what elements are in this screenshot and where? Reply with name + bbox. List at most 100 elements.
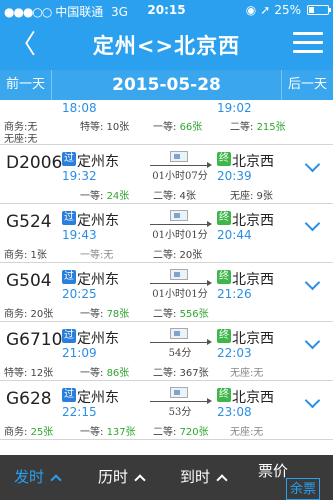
dep-station: 定州东 bbox=[77, 390, 119, 406]
prev-day-button[interactable]: 前一天 bbox=[0, 70, 53, 100]
seat-second: 二等: 20张 bbox=[153, 250, 203, 261]
chevron-down-icon[interactable] bbox=[307, 336, 319, 348]
seat-special: 特等: 12张 bbox=[4, 368, 54, 379]
seat-second-count: 215张 bbox=[256, 122, 286, 133]
status-bar: ●●●○○ 中国联通 3G 20:15 ◉ ➚ 25% bbox=[0, 0, 333, 20]
seat-first: 一等: 137张 bbox=[80, 427, 136, 438]
dep-station: 定州东 bbox=[77, 154, 119, 170]
terminal-badge: 终 bbox=[217, 211, 231, 225]
arr-time: 23:08 bbox=[217, 405, 252, 419]
battery-icon bbox=[307, 5, 331, 15]
pass-badge: 过 bbox=[62, 270, 76, 284]
seat-business: 商务: 1张 bbox=[4, 250, 47, 261]
dep-time: 19:43 bbox=[62, 228, 97, 242]
duration-text: 53分 bbox=[168, 407, 192, 418]
arr-time: 21:26 bbox=[217, 287, 252, 301]
ticket-icon bbox=[170, 210, 188, 221]
seat-second: 二等: 720张 bbox=[153, 427, 209, 438]
seat-first-count: 78张 bbox=[106, 309, 130, 320]
train-number: G628 bbox=[6, 389, 52, 409]
seat-second: 二等: 556张 bbox=[153, 309, 209, 320]
remaining-tickets-button[interactable]: 余票 bbox=[286, 478, 321, 500]
train-row[interactable]: D2006 过 定州东 19:32 01小时07分 终 北京西 20:39 一等… bbox=[0, 145, 333, 204]
seat-standing: 无座:无 bbox=[230, 427, 264, 438]
train-row[interactable]: G6710 过 定州东 21:09 54分 终 北京西 22:03 特等: 12… bbox=[0, 322, 333, 381]
duration-text: 01小时01分 bbox=[152, 289, 208, 300]
train-number: G504 bbox=[6, 271, 52, 291]
duration: 01小时07分 bbox=[150, 151, 212, 182]
seat-second: 二等: 4张 bbox=[153, 191, 196, 202]
train-list[interactable]: 18:08 19:02 商务:无 特等: 10张 一等: 66张 二等: 215… bbox=[0, 100, 333, 455]
arrow-line bbox=[150, 221, 212, 227]
arr-station: 北京西 bbox=[232, 213, 274, 229]
dep-station: 定州东 bbox=[77, 272, 119, 288]
dep-station: 定州东 bbox=[77, 331, 119, 347]
duration: 01小时01分 bbox=[150, 210, 212, 241]
duration: 54分 bbox=[150, 328, 212, 359]
seat-first: 一等: 86张 bbox=[80, 368, 130, 379]
pass-badge: 过 bbox=[62, 329, 76, 343]
train-row[interactable]: G524 过 定州东 19:43 01小时01分 终 北京西 20:44 商务:… bbox=[0, 204, 333, 263]
ticket-icon bbox=[170, 387, 188, 398]
dep-time: 22:15 bbox=[62, 405, 97, 419]
seat-standing: 无座:无 bbox=[4, 134, 38, 145]
seat-first-count: 24张 bbox=[106, 191, 130, 202]
duration: 01小时01分 bbox=[150, 269, 212, 300]
train-row[interactable]: G504 过 定州东 20:25 01小时01分 终 北京西 21:26 商务:… bbox=[0, 263, 333, 322]
seat-special: 特等: 10张 bbox=[80, 122, 130, 133]
duration-text: 54分 bbox=[168, 348, 192, 359]
chevron-up-icon bbox=[216, 474, 228, 486]
arrow-line bbox=[150, 162, 212, 168]
seat-first: 一等: 24张 bbox=[80, 191, 130, 202]
next-day-button[interactable]: 后一天 bbox=[280, 70, 333, 100]
ticket-icon bbox=[170, 151, 188, 162]
arrow-line bbox=[150, 280, 212, 286]
train-row[interactable]: G628 过 定州东 22:15 53分 终 北京西 23:08 商务: 25张… bbox=[0, 381, 333, 440]
dep-time: 19:32 bbox=[62, 169, 97, 183]
dep-time: 18:08 bbox=[62, 101, 97, 115]
back-icon[interactable]: 〈 bbox=[8, 28, 38, 62]
train-row-partial[interactable]: 18:08 19:02 商务:无 特等: 10张 一等: 66张 二等: 215… bbox=[0, 100, 333, 145]
sort-duration-button[interactable]: 历时 bbox=[98, 455, 146, 500]
seat-standing: 无座: 9张 bbox=[230, 191, 273, 202]
arr-time: 22:03 bbox=[217, 346, 252, 360]
pass-badge: 过 bbox=[62, 152, 76, 166]
arr-time: 20:39 bbox=[217, 169, 252, 183]
sort-arrive-button[interactable]: 到时 bbox=[180, 455, 228, 500]
sort-duration-label: 历时 bbox=[98, 468, 129, 486]
date-bar: 前一天 2015-05-28 后一天 bbox=[0, 70, 333, 100]
nav-bar: 〈 定州<>北京西 bbox=[0, 20, 333, 70]
chevron-down-icon[interactable] bbox=[307, 218, 319, 230]
chevron-down-icon[interactable] bbox=[307, 159, 319, 171]
date-display[interactable]: 2015-05-28 bbox=[70, 70, 263, 100]
dep-time: 20:25 bbox=[62, 287, 97, 301]
arr-station: 北京西 bbox=[232, 272, 274, 288]
duration: 53分 bbox=[150, 387, 212, 418]
duration-text: 01小时01分 bbox=[152, 230, 208, 241]
sort-price-button[interactable]: 票价 bbox=[258, 461, 288, 500]
seat-second: 二等: 367张 bbox=[153, 368, 209, 379]
menu-icon[interactable] bbox=[293, 32, 323, 58]
seat-business: 商务: 20张 bbox=[4, 309, 54, 320]
arr-time: 20:44 bbox=[217, 228, 252, 242]
seat-business: 商务: 25张 bbox=[4, 427, 54, 438]
train-number: G524 bbox=[6, 212, 52, 232]
seat-first: 一等: 78张 bbox=[80, 309, 130, 320]
chevron-down-icon[interactable] bbox=[307, 395, 319, 407]
terminal-badge: 终 bbox=[217, 388, 231, 402]
status-right: ◉ ➚ 25% bbox=[246, 3, 331, 17]
sort-depart-button[interactable]: 发时 bbox=[14, 455, 62, 500]
terminal-badge: 终 bbox=[217, 270, 231, 284]
seat-first-count: 86张 bbox=[106, 368, 130, 379]
chevron-down-icon[interactable] bbox=[307, 277, 319, 289]
sort-depart-label: 发时 bbox=[14, 468, 45, 486]
pass-badge: 过 bbox=[62, 211, 76, 225]
battery-percent: 25% bbox=[274, 3, 301, 17]
sort-arrive-label: 到时 bbox=[180, 468, 211, 486]
dep-station: 定州东 bbox=[77, 213, 119, 229]
seat-second-count: 556张 bbox=[179, 309, 209, 320]
page-title: 定州<>北京西 bbox=[92, 34, 241, 58]
arr-station: 北京西 bbox=[232, 331, 274, 347]
seat-standing: 无座:无 bbox=[230, 368, 264, 379]
seat-second-count: 720张 bbox=[179, 427, 209, 438]
